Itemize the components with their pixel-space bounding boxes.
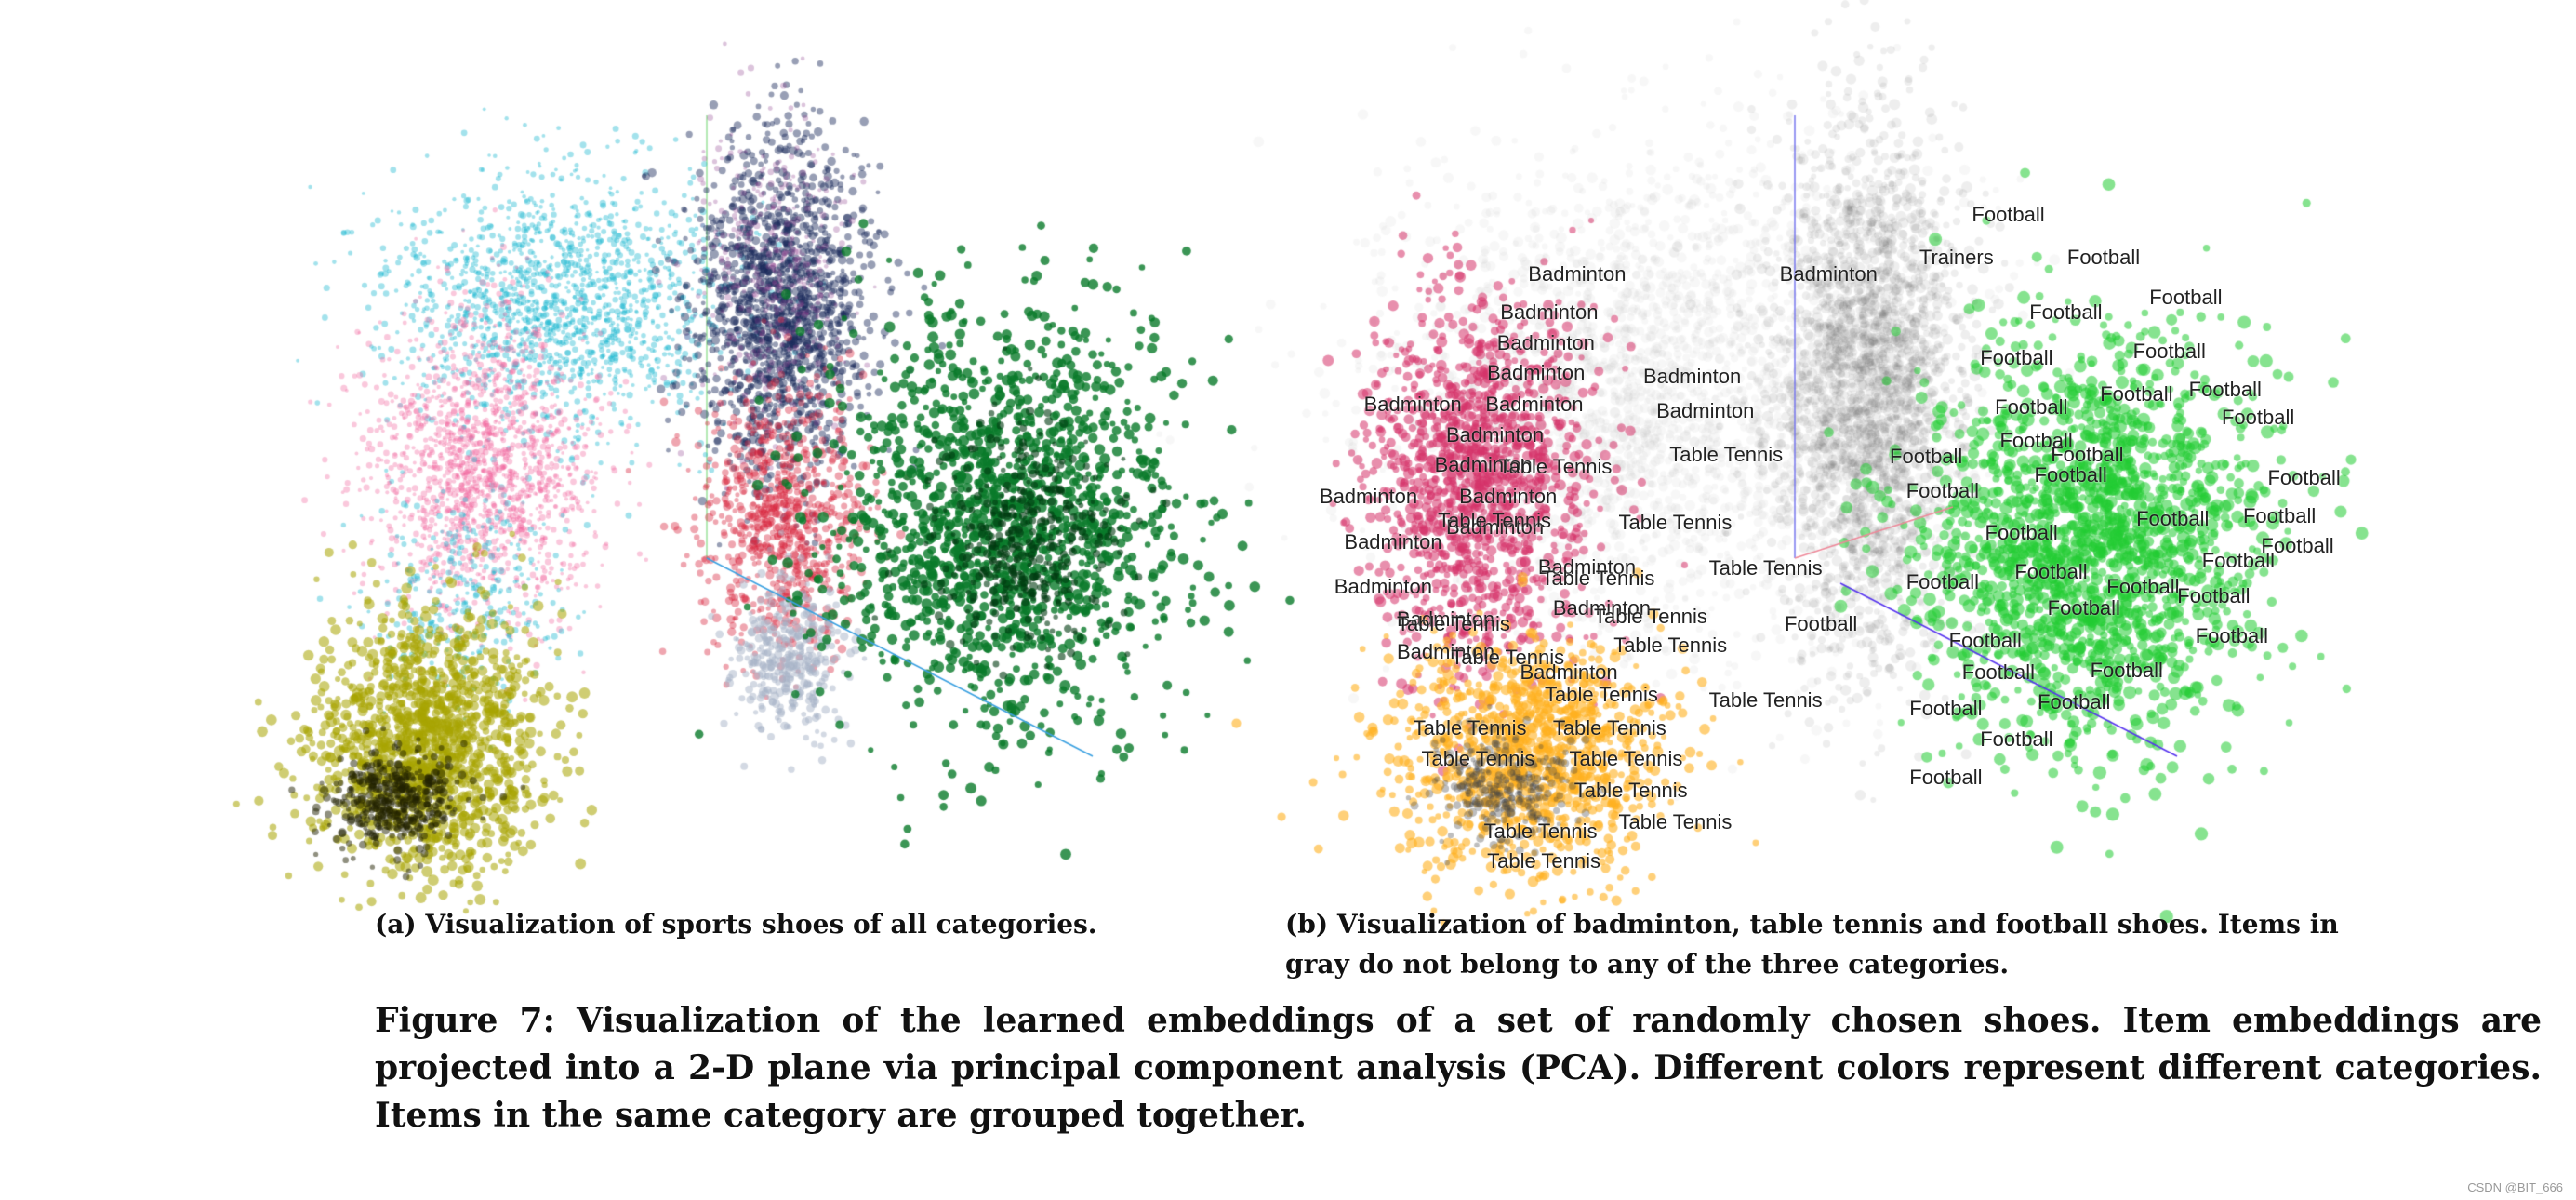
figure-caption: Figure 7: Visualization of the learned e… — [375, 1001, 2542, 1135]
point-label-badminton: Badminton — [1319, 484, 1418, 508]
point-label-football: Football — [1909, 765, 1983, 789]
point-label-table-tennis: Table Tennis — [1569, 747, 1683, 771]
point-label-table-tennis: Table Tennis — [1483, 820, 1598, 844]
point-label-badminton: Badminton — [1445, 423, 1545, 447]
point-label-table-tennis: Table Tennis — [1669, 443, 1784, 467]
point-label-table-tennis: Table Tennis — [1613, 633, 1728, 658]
point-label-football: Football — [1905, 479, 1979, 503]
point-label-football: Football — [2014, 559, 2088, 583]
point-label-football: Football — [2132, 340, 2206, 364]
point-label-table-tennis: Table Tennis — [1573, 778, 1688, 802]
point-label-football: Football — [1961, 660, 2036, 684]
point-label-badminton: Badminton — [1487, 361, 1586, 385]
point-label-badminton: Badminton — [1485, 392, 1584, 416]
point-label-football: Football — [2038, 689, 2111, 713]
point-label-table-tennis: Table Tennis — [1396, 612, 1510, 636]
point-label-football: Football — [2149, 285, 2223, 309]
point-label-football: Football — [1909, 696, 1983, 720]
point-label-table-tennis: Table Tennis — [1544, 683, 1658, 707]
point-label-badminton: Badminton — [1779, 262, 1878, 287]
point-label-table-tennis: Table Tennis — [1413, 715, 1527, 740]
point-label-table-tennis: Table Tennis — [1421, 747, 1535, 771]
point-label-football: Football — [2201, 548, 2276, 572]
point-label-football: Football — [2100, 382, 2173, 407]
point-label-badminton: Badminton — [1334, 574, 1432, 598]
point-label-table-tennis: Table Tennis — [1438, 509, 1552, 533]
point-label-badminton: Badminton — [1500, 300, 1599, 324]
point-label-trainers: Trainers — [1919, 246, 1994, 270]
point-label-football: Football — [2188, 377, 2262, 401]
panel-b-caption-line1: (b) Visualization of badminton, table te… — [1285, 909, 2339, 940]
point-label-table-tennis: Table Tennis — [1593, 604, 1707, 628]
point-label-football: Football — [2047, 595, 2120, 620]
point-label-football: Football — [2136, 507, 2210, 531]
point-label-table-tennis: Table Tennis — [1618, 809, 1733, 833]
point-label-table-tennis: Table Tennis — [1498, 454, 1613, 478]
panel-b-caption-line2: gray do not belong to any of the three c… — [1285, 949, 2010, 980]
point-label-football: Football — [2034, 462, 2107, 487]
point-label-football: Football — [2090, 658, 2163, 682]
point-label-badminton: Badminton — [1459, 484, 1558, 508]
point-label-table-tennis: Table Tennis — [1708, 687, 1823, 712]
point-label-table-tennis: Table Tennis — [1552, 715, 1666, 740]
point-label-table-tennis: Table Tennis — [1708, 556, 1823, 580]
point-label-football: Football — [2029, 300, 2103, 324]
point-label-badminton: Badminton — [1528, 262, 1627, 287]
point-label-football: Football — [1980, 346, 2053, 370]
point-label-football: Football — [1948, 629, 2022, 653]
embedding-scatter-plots — [0, 0, 2576, 930]
point-label-football: Football — [2177, 584, 2251, 608]
point-label-football: Football — [1980, 727, 2053, 752]
panel-a-caption: (a) Visualization of sports shoes of all… — [375, 909, 1097, 940]
point-label-football: Football — [2267, 466, 2341, 490]
point-label-table-tennis: Table Tennis — [1618, 510, 1733, 534]
point-label-table-tennis: Table Tennis — [1451, 645, 1565, 669]
point-label-badminton: Badminton — [1363, 392, 1462, 416]
point-label-badminton: Badminton — [1496, 331, 1595, 355]
point-label-badminton: Badminton — [1656, 398, 1755, 422]
point-label-football: Football — [2195, 623, 2268, 647]
point-label-football: Football — [1972, 203, 2045, 227]
point-label-football: Football — [1995, 395, 2068, 420]
point-label-football: Football — [1905, 569, 1979, 593]
point-label-table-tennis: Table Tennis — [1487, 848, 1601, 873]
point-label-football: Football — [2221, 405, 2295, 429]
point-label-football: Football — [1890, 445, 1963, 469]
point-label-badminton: Badminton — [1643, 364, 1742, 388]
point-label-table-tennis: Table Tennis — [1541, 566, 1655, 590]
point-label-football: Football — [2242, 503, 2317, 527]
point-label-football: Football — [1985, 520, 2058, 544]
point-label-football: Football — [1784, 612, 1858, 636]
point-label-badminton: Badminton — [1344, 530, 1442, 554]
watermark: CSDN @BIT_666 — [2467, 1180, 2563, 1194]
point-label-football: Football — [2066, 246, 2141, 270]
